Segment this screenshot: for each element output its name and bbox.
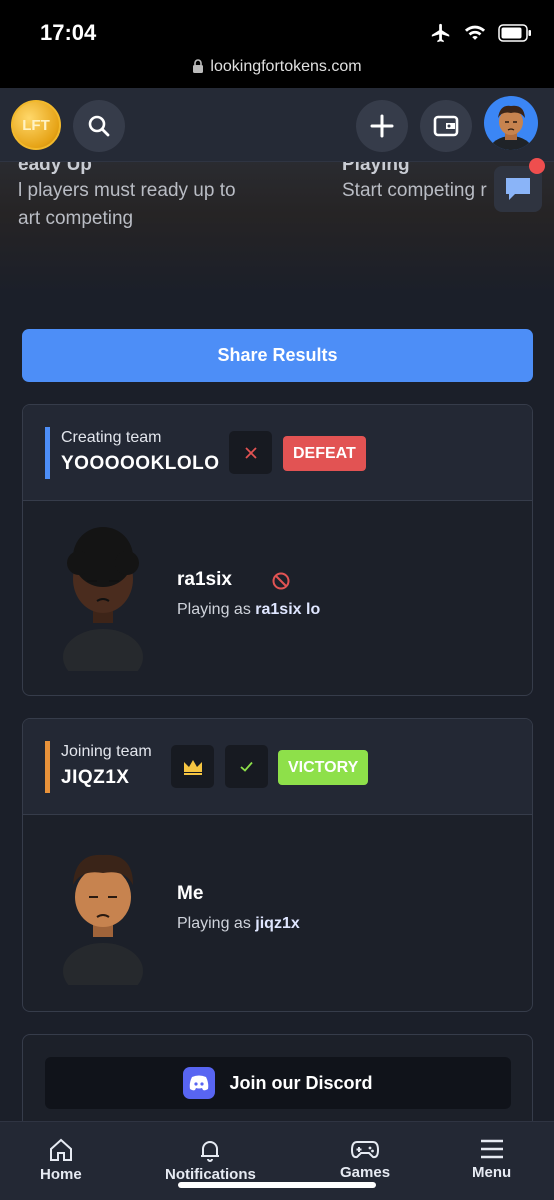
chat-icon [506,178,530,200]
player-row: Me Playing as jiqz1x [23,815,532,1009]
player-row: ra1six Playing as ra1six lo [23,501,532,695]
crown-icon [183,759,202,775]
discord-icon [183,1067,216,1099]
playing-as-handle: jiqz1x [255,915,300,932]
nav-menu[interactable]: Menu [472,1138,511,1181]
logo-text: LFT [22,116,50,134]
menu-icon [480,1139,503,1159]
team-accent-bar [45,741,50,793]
status-bar: 17:04 lookingfortokens.com [0,0,554,88]
nav-label: Home [40,1166,82,1183]
playing-as: Playing as ra1six lo [177,601,320,619]
team-card-joining: Joining team JIQZ1X VICTORY Me Playing a… [22,718,533,1012]
status-time: 17:04 [40,20,97,45]
lft-logo[interactable]: LFT [11,100,61,150]
step-desc: art competing [18,208,134,229]
x-icon [244,446,257,459]
playing-as: Playing as jiqz1x [177,915,300,933]
check-icon [240,761,253,772]
nav-label: Games [340,1164,391,1181]
playing-as-handle: ra1six lo [255,601,321,618]
profile-avatar[interactable] [484,96,538,150]
home-icon [49,1138,72,1161]
player-avatar [63,527,143,671]
step-desc: l players must ready up to [18,180,236,201]
ready-status [225,745,268,788]
player-name: Me [177,883,204,904]
bell-icon [201,1141,220,1162]
nav-home[interactable]: Home [40,1138,82,1183]
search-icon [88,115,110,137]
nav-games[interactable]: Games [340,1138,390,1181]
share-results-button[interactable]: Share Results [22,329,533,382]
step-title: eady Up [18,162,92,175]
team-name: JIQZ1X [61,767,130,788]
airplane-icon [431,23,450,43]
result-badge-victory: VICTORY [278,750,369,785]
team-label: Joining team [61,743,152,760]
nav-notifications[interactable]: Notifications [165,1138,256,1183]
banned-icon [272,572,290,590]
team-accent-bar [45,427,50,479]
team-label: Creating team [61,429,162,446]
playing-as-prefix: Playing as [177,915,251,932]
status-icons [430,22,532,44]
lock-icon [192,59,204,78]
captain-status [171,745,214,788]
bottom-nav: Home Notifications Games Menu [0,1121,554,1200]
home-indicator[interactable] [178,1182,376,1188]
playing-as-prefix: Playing as [177,601,251,618]
team-card-creating: Creating team YOOOOOKLOLO DEFEAT ra1six … [22,404,533,696]
not-ready-status [229,431,272,474]
create-button[interactable] [356,100,408,152]
battery-icon [498,24,531,42]
plus-icon [370,114,394,138]
nav-label: Menu [472,1164,512,1181]
player-name: ra1six [177,569,232,590]
wifi-icon [464,25,486,40]
chat-notification-dot [529,158,545,174]
player-avatar [63,854,143,985]
app-header: LFT [0,88,554,162]
url-bar[interactable]: lookingfortokens.com [0,58,554,78]
match-steps-strip: eady Up l players must ready up to art c… [0,162,554,292]
wallet-button[interactable] [420,100,472,152]
gamepad-icon [351,1141,380,1159]
step-desc: Start competing r [342,180,487,201]
wallet-icon [433,115,459,137]
team-header: Creating team YOOOOOKLOLO DEFEAT [23,405,532,501]
join-discord-button[interactable]: Join our Discord [45,1057,511,1109]
team-name: YOOOOOKLOLO [61,453,220,474]
join-discord-label: Join our Discord [229,1072,373,1093]
step-title: Playing [342,162,410,175]
team-header: Joining team JIQZ1X VICTORY [23,719,532,815]
url-text: lookingfortokens.com [210,58,362,75]
result-badge-defeat: DEFEAT [283,436,366,471]
nav-label: Notifications [165,1166,256,1183]
search-button[interactable] [73,100,125,152]
